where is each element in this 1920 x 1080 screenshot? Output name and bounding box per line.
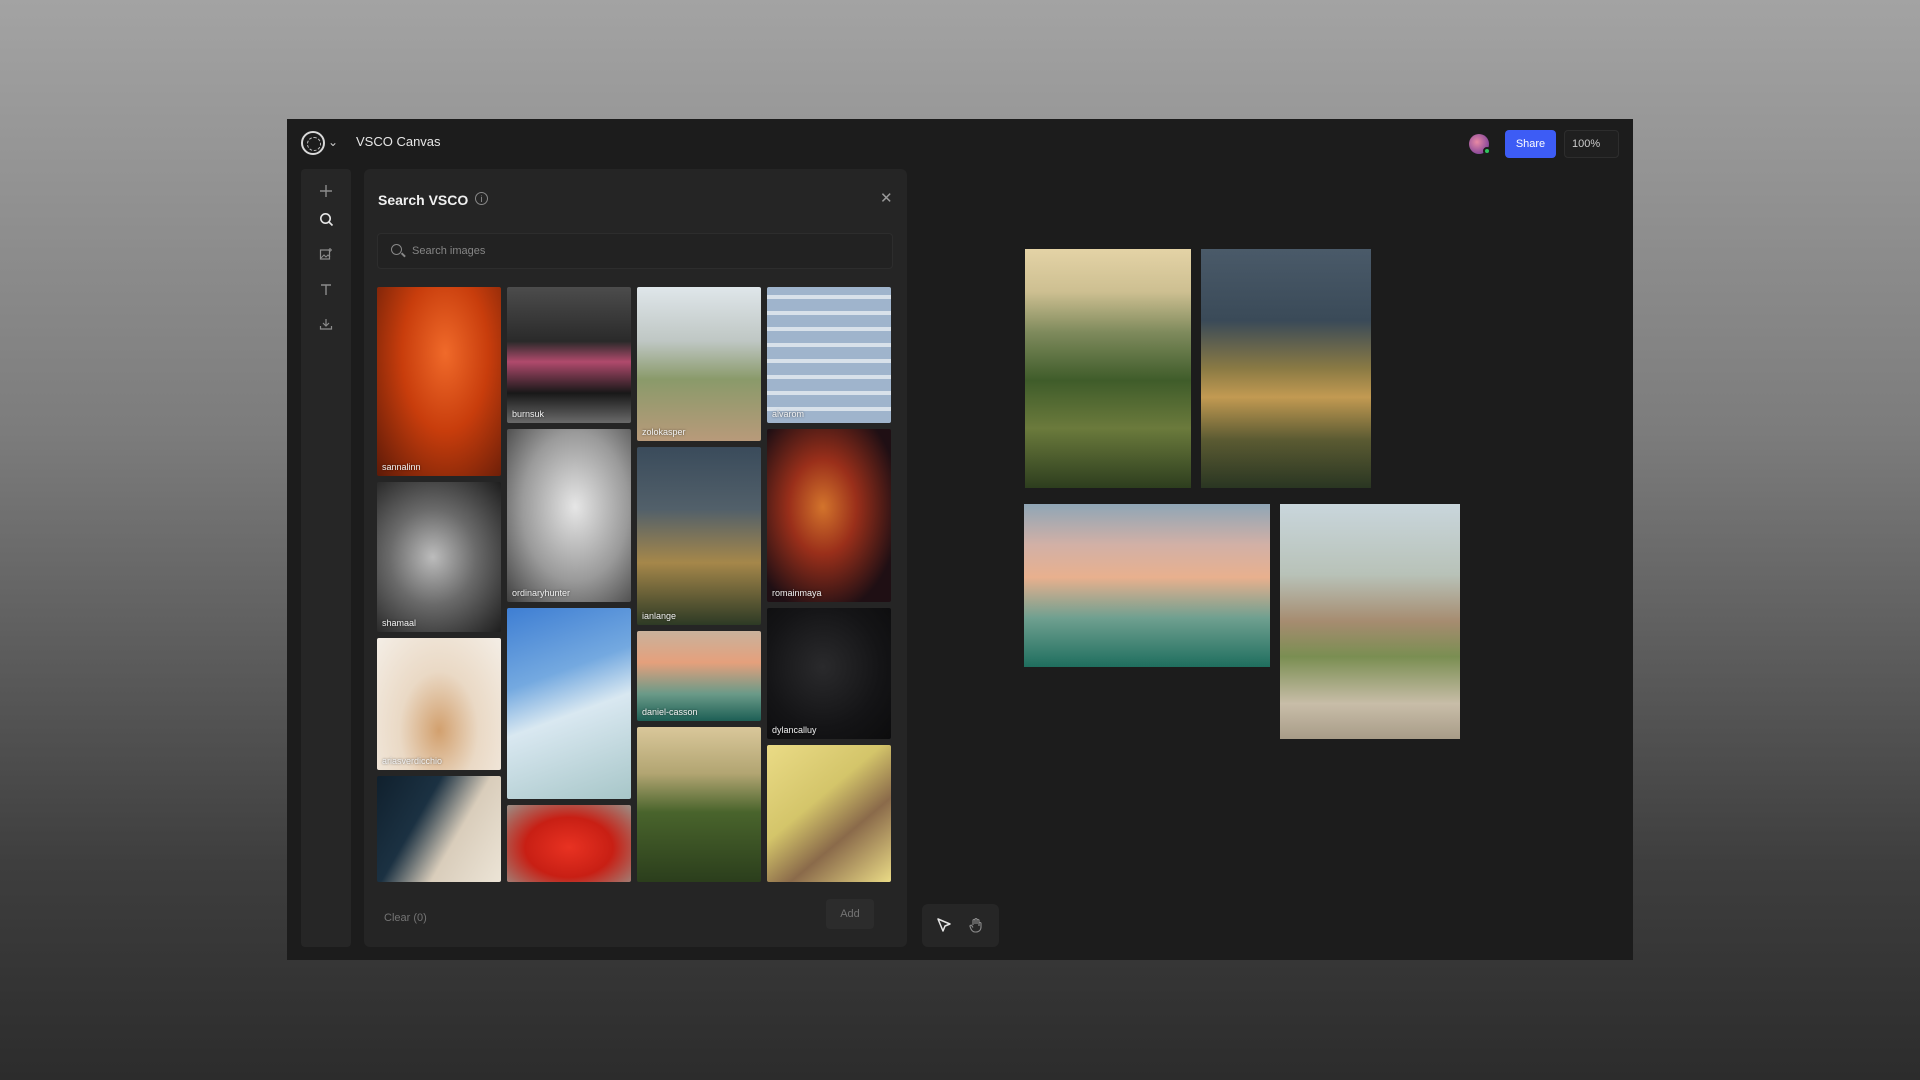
- result-username: sannalinn: [382, 462, 421, 472]
- result-image[interactable]: [637, 727, 761, 882]
- result-username: daniel-casson: [642, 707, 698, 717]
- add-button[interactable]: Add: [826, 899, 874, 929]
- panel-title: Search VSCO: [378, 192, 469, 208]
- result-image[interactable]: zolokasper: [637, 287, 761, 441]
- canvas-image-misty-forest[interactable]: [1024, 504, 1270, 667]
- canvas-image-coast-hills[interactable]: [1025, 249, 1191, 488]
- result-image[interactable]: burnsuk: [507, 287, 631, 423]
- chevron-down-icon[interactable]: ⌄: [328, 132, 338, 152]
- result-username: burnsuk: [512, 409, 545, 419]
- pointer-icon[interactable]: [934, 915, 954, 935]
- image-add-icon[interactable]: [314, 242, 338, 266]
- result-image[interactable]: [507, 805, 631, 882]
- top-bar: ⌄ VSCO Canvas Share 100%: [287, 119, 1633, 167]
- search-icon: [391, 244, 402, 255]
- canvas-tool-switcher: [922, 904, 999, 947]
- clear-button[interactable]: Clear (0): [384, 912, 427, 924]
- info-icon[interactable]: i: [475, 192, 488, 205]
- result-image[interactable]: romainmaya: [767, 429, 891, 602]
- canvas-image-mountain-slope[interactable]: [1201, 249, 1371, 488]
- result-image[interactable]: alvarom: [767, 287, 891, 423]
- share-button[interactable]: Share: [1505, 130, 1556, 158]
- user-avatar[interactable]: [1469, 134, 1491, 155]
- search-icon[interactable]: [314, 207, 338, 231]
- result-image[interactable]: daniel-casson: [637, 631, 761, 721]
- result-username: ordinaryhunter: [512, 588, 571, 598]
- left-toolbar: [301, 169, 351, 947]
- search-panel: Search VSCO i ✕ sannalinn shamaal ariasv…: [364, 169, 907, 947]
- result-username: alvarom: [772, 409, 805, 419]
- app-window: ⌄ VSCO Canvas Share 100% Search VSCO i ✕: [287, 119, 1633, 960]
- text-icon[interactable]: [314, 277, 338, 301]
- result-image[interactable]: [377, 776, 501, 882]
- result-username: dylancalluy: [772, 725, 817, 735]
- download-icon[interactable]: [314, 312, 338, 336]
- hand-icon[interactable]: [966, 915, 986, 935]
- result-image[interactable]: dylancalluy: [767, 608, 891, 739]
- close-icon[interactable]: ✕: [880, 189, 893, 207]
- zoom-level[interactable]: 100%: [1564, 130, 1619, 158]
- result-image[interactable]: ianlange: [637, 447, 761, 625]
- result-image[interactable]: ariasverdicchio: [377, 638, 501, 770]
- result-image[interactable]: [507, 608, 631, 799]
- canvas-image-rock-formations[interactable]: [1280, 504, 1460, 739]
- result-image[interactable]: ordinaryhunter: [507, 429, 631, 602]
- result-username: romainmaya: [772, 588, 822, 598]
- plus-icon[interactable]: [314, 179, 338, 203]
- result-username: ariasverdicchio: [382, 756, 443, 766]
- result-username: ianlange: [642, 611, 677, 621]
- result-image[interactable]: shamaal: [377, 482, 501, 632]
- result-image[interactable]: [767, 745, 891, 882]
- vsco-logo-icon[interactable]: [301, 131, 325, 155]
- result-username: shamaal: [382, 618, 417, 628]
- search-input[interactable]: [412, 242, 872, 260]
- result-image[interactable]: sannalinn: [377, 287, 501, 476]
- search-field[interactable]: [377, 233, 893, 269]
- result-username: zolokasper: [642, 427, 686, 437]
- online-status-icon: [1483, 147, 1491, 155]
- app-title: VSCO Canvas: [356, 134, 441, 149]
